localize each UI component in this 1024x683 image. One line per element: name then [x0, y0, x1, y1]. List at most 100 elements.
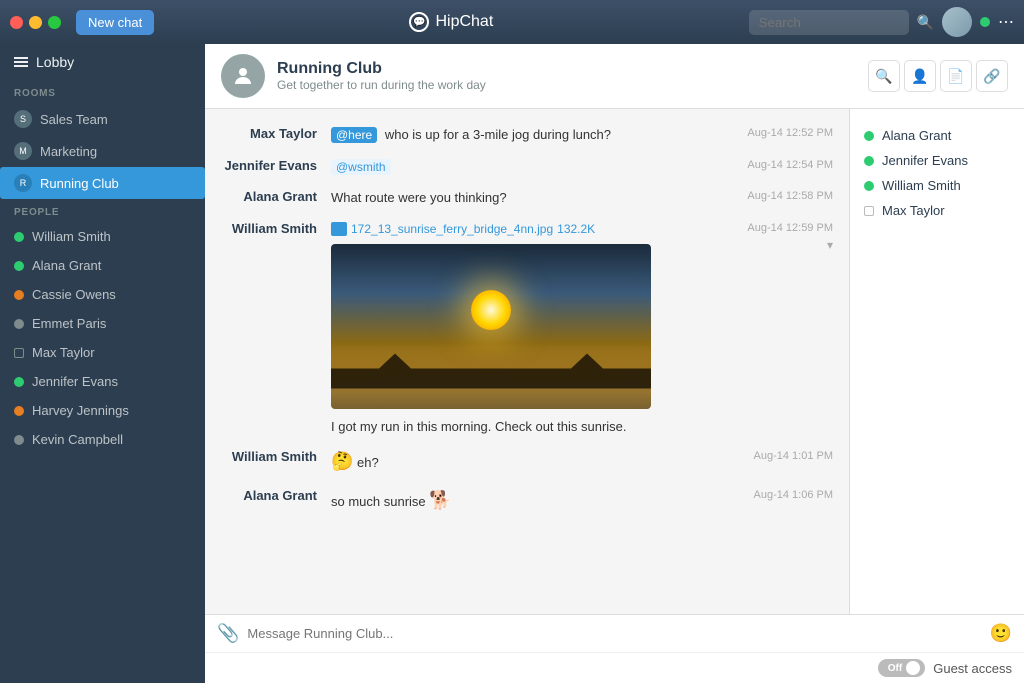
member-name: Jennifer Evans — [882, 153, 968, 168]
sidebar-item-alana-grant[interactable]: Alana Grant — [0, 251, 205, 280]
member-name: William Smith — [882, 178, 961, 193]
chat-image[interactable] — [331, 244, 651, 409]
room-actions: 🔍 👤 📄 🔗 — [868, 60, 1008, 92]
sidebar-item-jennifer-evans[interactable]: Jennifer Evans — [0, 367, 205, 396]
hipchat-logo-icon: 💬 — [409, 12, 429, 32]
status-away-icon — [14, 290, 24, 300]
member-status-online — [864, 131, 874, 141]
message-time: Aug-14 12:52 PM — [747, 125, 833, 139]
toggle-off-label: Off — [888, 663, 902, 674]
filesize: 132.2K — [557, 220, 595, 238]
people-section-label: PEOPLE — [0, 199, 205, 222]
emoji-icon: 🤔 — [331, 451, 353, 471]
message-body: 🤔 eh? — [331, 448, 744, 475]
sidebar-item-running-club[interactable]: R Running Club — [0, 167, 205, 199]
sidebar-lobby[interactable]: Lobby — [0, 44, 205, 80]
file-attachment-link[interactable]: 172_13_sunrise_ferry_bridge_4nn.jpg 132.… — [331, 220, 737, 238]
message-body: What route were you thinking? — [331, 188, 737, 208]
message-row: Jennifer Evans @wsmith Aug-14 12:54 PM — [205, 151, 849, 183]
filename: 172_13_sunrise_ferry_bridge_4nn.jpg — [351, 220, 553, 238]
files-button[interactable]: 📄 — [940, 60, 972, 92]
person-name: Cassie Owens — [32, 287, 116, 302]
message-sender: William Smith — [221, 448, 331, 464]
sidebar-item-william-smith[interactable]: William Smith — [0, 222, 205, 251]
emoji-button[interactable]: 🙂 — [990, 623, 1012, 644]
person-name: Jennifer Evans — [32, 374, 118, 389]
running-club-icon: R — [14, 174, 32, 192]
guest-access-label: Guest access — [933, 661, 1012, 676]
message-body: so much sunrise 🐕 — [331, 487, 744, 514]
link-button[interactable]: 🔗 — [976, 60, 1008, 92]
close-window-button[interactable] — [10, 16, 23, 29]
message-sender: Alana Grant — [221, 188, 331, 204]
message-sender: Alana Grant — [221, 487, 331, 503]
member-status-online — [864, 156, 874, 166]
person-name: Harvey Jennings — [32, 403, 129, 418]
titlebar: New chat 💬 HipChat 🔍 ⋯ — [0, 0, 1024, 44]
members-panel: Alana Grant Jennifer Evans William Smith… — [849, 109, 1024, 614]
avatar[interactable] — [942, 7, 972, 37]
minimize-window-button[interactable] — [29, 16, 42, 29]
message-body: @wsmith — [331, 157, 737, 177]
member-status-online — [864, 181, 874, 191]
toggle-circle — [906, 661, 920, 675]
sidebar-item-label: Running Club — [40, 176, 119, 191]
search-messages-button[interactable]: 🔍 — [868, 60, 900, 92]
person-name: Emmet Paris — [32, 316, 106, 331]
status-online-icon — [14, 377, 24, 387]
sidebar-item-label: Marketing — [40, 144, 97, 159]
message-time: Aug-14 12:58 PM — [747, 188, 833, 202]
message-text: who is up for a 3-mile jog during lunch? — [385, 127, 611, 142]
sidebar-item-label: Sales Team — [40, 112, 108, 127]
file-icon — [331, 222, 347, 236]
search-icon[interactable]: 🔍 — [917, 14, 934, 31]
new-chat-button[interactable]: New chat — [76, 10, 154, 35]
hamburger-icon[interactable] — [14, 57, 28, 67]
member-item[interactable]: Max Taylor — [860, 198, 1014, 223]
titlebar-right: 🔍 ⋯ — [749, 7, 1014, 37]
search-input[interactable] — [749, 10, 909, 35]
status-offline-icon — [14, 319, 24, 329]
message-time: Aug-14 12:54 PM — [747, 157, 833, 171]
content-area: Running Club Get together to run during … — [205, 44, 1024, 683]
attach-button[interactable]: 📎 — [217, 623, 239, 644]
member-item[interactable]: William Smith — [860, 173, 1014, 198]
sidebar-item-sales-team[interactable]: S Sales Team — [0, 103, 205, 135]
message-row: Alana Grant What route were you thinking… — [205, 182, 849, 214]
doge-emoji: 🐕 — [429, 490, 451, 510]
guest-bar: Off Guest access — [205, 652, 1024, 683]
messages-list: Max Taylor @here who is up for a 3-mile … — [205, 109, 849, 614]
more-options-icon[interactable]: ⋯ — [998, 12, 1014, 32]
member-item[interactable]: Jennifer Evans — [860, 148, 1014, 173]
sidebar-item-marketing[interactable]: M Marketing — [0, 135, 205, 167]
guest-access-toggle[interactable]: Off — [878, 659, 925, 677]
message-sender: William Smith — [221, 220, 331, 236]
status-phone-icon — [14, 348, 24, 358]
sidebar-item-kevin-campbell[interactable]: Kevin Campbell — [0, 425, 205, 454]
message-body: @here who is up for a 3-mile jog during … — [331, 125, 737, 145]
person-name: Alana Grant — [32, 258, 101, 273]
sidebar-item-harvey-jennings[interactable]: Harvey Jennings — [0, 396, 205, 425]
message-input[interactable] — [247, 626, 981, 641]
members-button[interactable]: 👤 — [904, 60, 936, 92]
status-offline-icon — [14, 435, 24, 445]
message-body: 172_13_sunrise_ferry_bridge_4nn.jpg 132.… — [331, 220, 737, 437]
sidebar: Lobby ROOMS S Sales Team M Marketing R R… — [0, 44, 205, 683]
person-name: Max Taylor — [32, 345, 95, 360]
image-caption: I got my run in this morning. Check out … — [331, 417, 737, 437]
status-away-icon — [14, 406, 24, 416]
main-layout: Lobby ROOMS S Sales Team M Marketing R R… — [0, 44, 1024, 683]
expand-button[interactable]: ▾ — [827, 238, 833, 252]
marketing-icon: M — [14, 142, 32, 160]
fullscreen-window-button[interactable] — [48, 16, 61, 29]
sidebar-item-max-taylor[interactable]: Max Taylor — [0, 338, 205, 367]
member-status-phone — [864, 206, 874, 216]
sidebar-item-cassie-owens[interactable]: Cassie Owens — [0, 280, 205, 309]
sidebar-item-emmet-paris[interactable]: Emmet Paris — [0, 309, 205, 338]
person-name: William Smith — [32, 229, 111, 244]
at-mention-tag: @wsmith — [331, 159, 391, 175]
member-item[interactable]: Alana Grant — [860, 123, 1014, 148]
app-title: 💬 HipChat — [154, 12, 748, 32]
message-time: Aug-14 12:59 PM — [747, 220, 833, 234]
message-time: Aug-14 1:06 PM — [754, 487, 834, 501]
